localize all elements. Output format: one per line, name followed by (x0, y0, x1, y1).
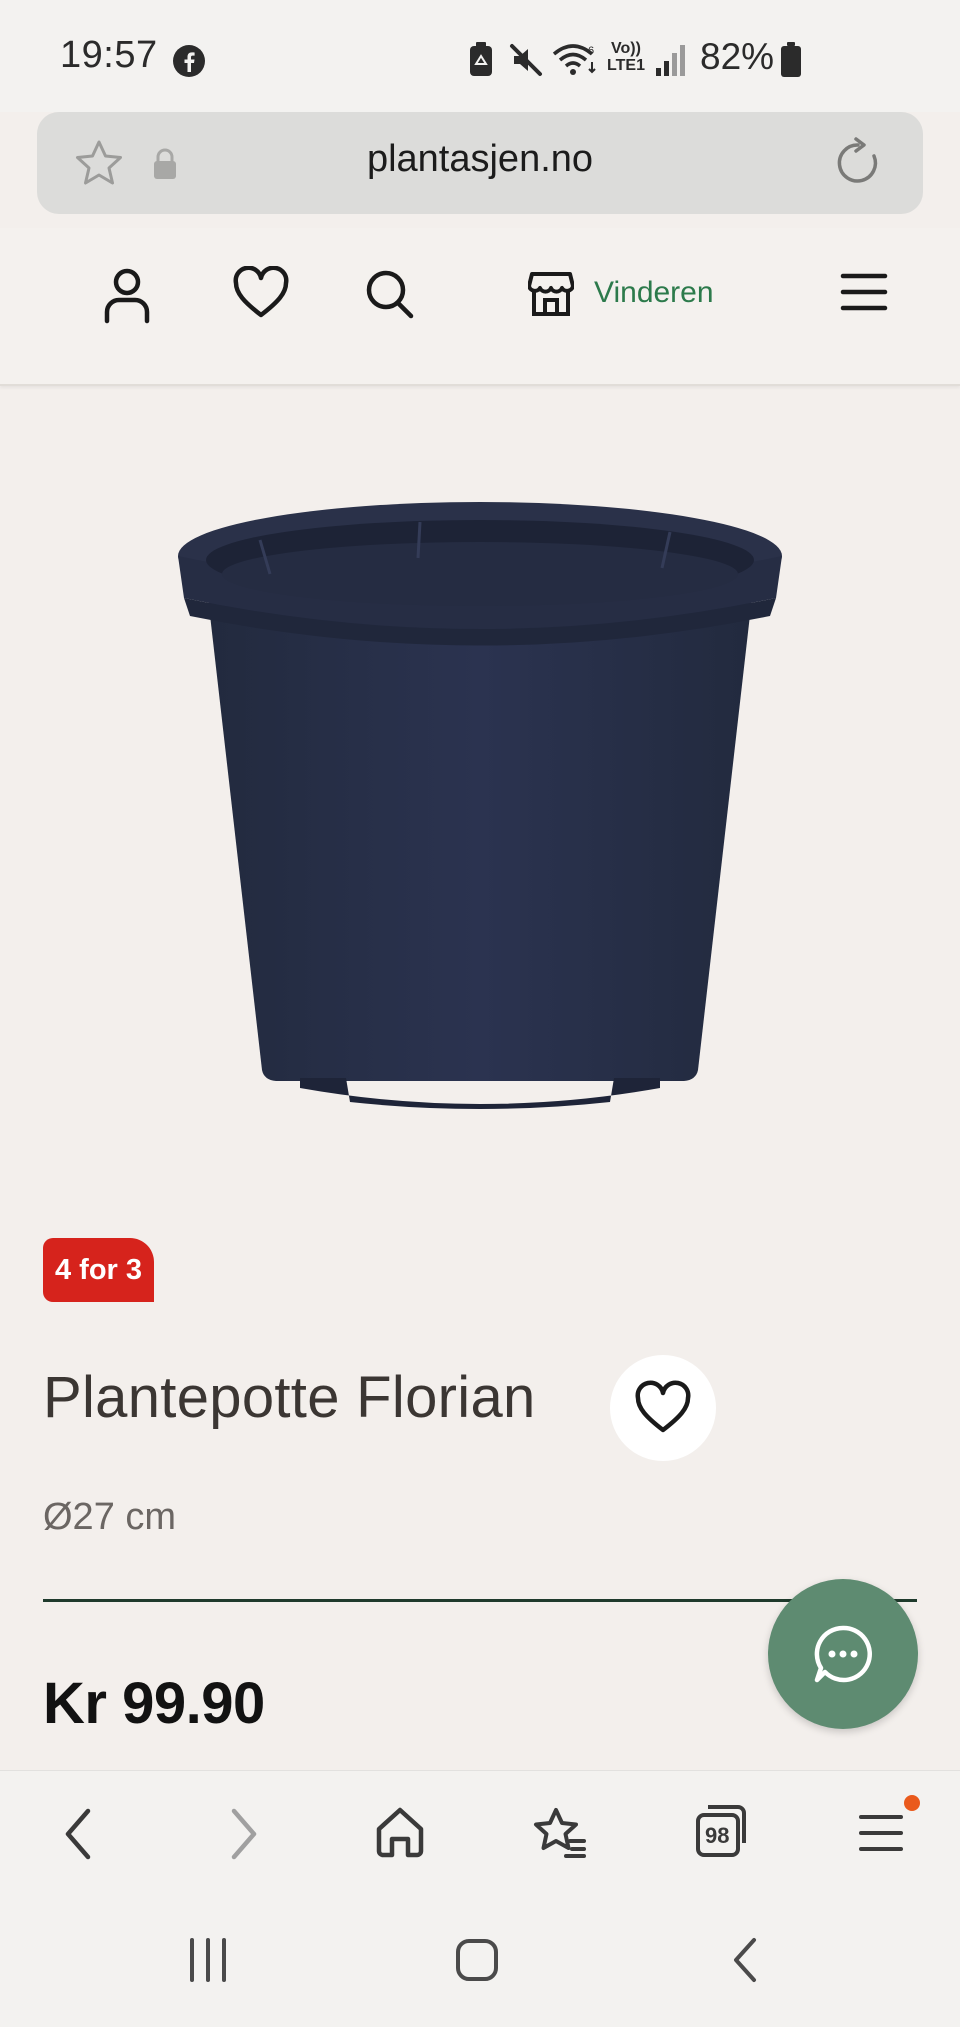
site-header: Vinderen (0, 228, 960, 386)
browser-toolbar: 98 (0, 1770, 960, 1900)
add-to-favorites-button[interactable] (610, 1355, 716, 1461)
product-price: Kr 99.90 (43, 1671, 265, 1736)
bookmarks-icon[interactable] (532, 1805, 588, 1859)
nav-back-icon[interactable] (730, 1936, 762, 1984)
tabs-icon[interactable]: 98 (694, 1803, 748, 1859)
product-size: Ø27 cm (43, 1496, 177, 1538)
heart-icon (635, 1380, 691, 1433)
tab-count: 98 (705, 1823, 730, 1848)
mute-icon (510, 44, 542, 76)
chat-bubble-icon (814, 1625, 872, 1683)
store-name[interactable]: Vinderen (594, 276, 714, 310)
back-icon[interactable] (60, 1805, 96, 1863)
recents-icon[interactable] (186, 1936, 230, 1984)
wishlist-heart-icon[interactable] (232, 266, 290, 320)
network-label-bottom: LTE1 (607, 57, 645, 74)
product-title: Plantepotte Florian (43, 1365, 536, 1430)
battery-percentage: 82% (700, 36, 775, 77)
svg-text:6: 6 (588, 45, 594, 57)
battery-icon (781, 42, 801, 77)
url-text[interactable]: plantasjen.no (37, 138, 923, 181)
home-icon[interactable] (374, 1805, 426, 1859)
network-label: Vo)) LTE1 (604, 40, 648, 74)
browser-menu-icon[interactable] (858, 1811, 904, 1855)
account-icon[interactable] (102, 266, 152, 324)
search-icon[interactable] (364, 266, 416, 322)
battery-saver-icon (470, 42, 492, 76)
reload-icon[interactable] (831, 136, 885, 190)
url-bar[interactable]: plantasjen.no (37, 112, 923, 214)
facebook-icon (173, 45, 205, 77)
product-image[interactable] (170, 470, 790, 1150)
store-icon[interactable] (528, 270, 574, 318)
wifi-icon: 6 (552, 44, 596, 75)
network-label-top: Vo)) (611, 40, 641, 57)
home-button-icon[interactable] (454, 1936, 500, 1984)
divider (43, 1599, 917, 1602)
menu-icon[interactable] (840, 270, 888, 314)
notification-dot (904, 1795, 920, 1811)
status-time: 19:57 (60, 34, 158, 76)
status-bar: 19:57 6 Vo)) LTE1 82% (0, 0, 960, 112)
chat-button[interactable] (768, 1579, 918, 1729)
android-nav-bar (0, 1900, 960, 2027)
forward-icon[interactable] (226, 1805, 262, 1863)
signal-icon (656, 45, 685, 76)
promo-badge: 4 for 3 (43, 1238, 155, 1302)
